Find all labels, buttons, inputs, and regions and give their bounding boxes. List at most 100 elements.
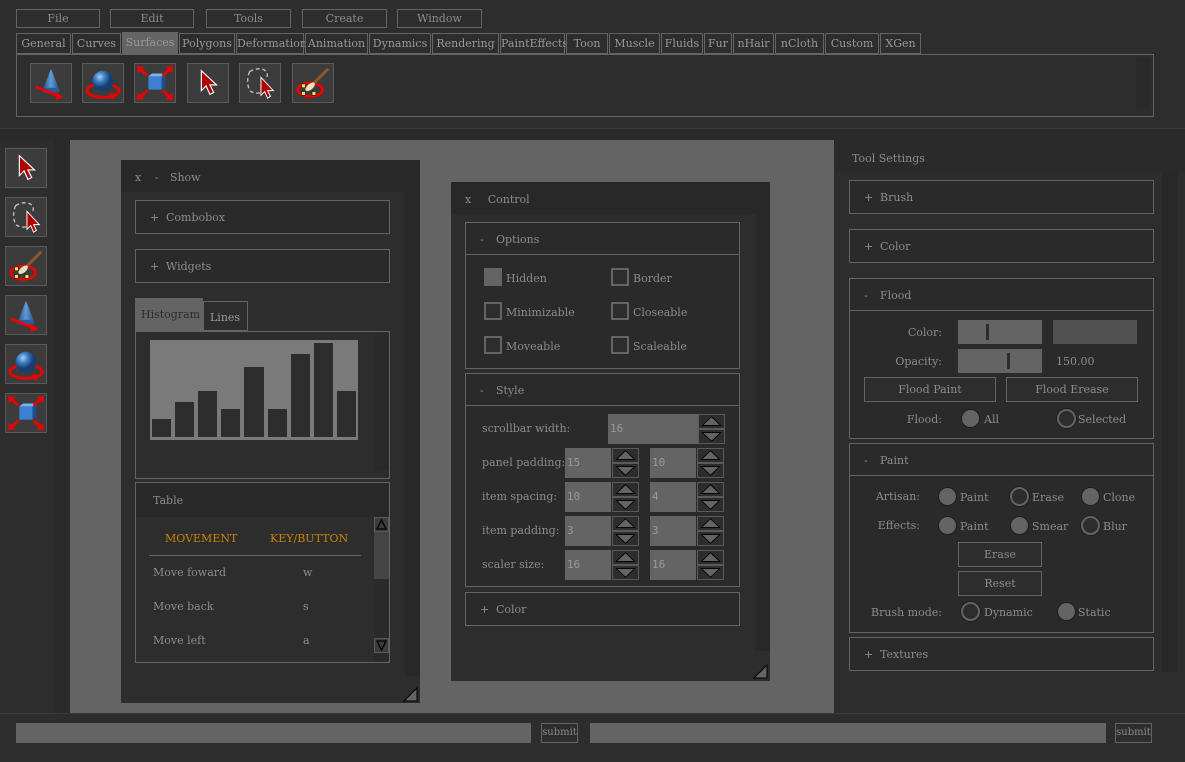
decrement-button[interactable] (612, 497, 639, 512)
brush-group[interactable]: + Brush (849, 180, 1154, 214)
scrollbar-width-stepper[interactable] (698, 414, 725, 444)
submit-button-2[interactable]: submit (1115, 723, 1152, 743)
artisan-erase-radio[interactable] (1010, 487, 1029, 506)
scaler-size-b-stepper[interactable] (697, 550, 724, 580)
submit-button-1[interactable]: submit (541, 723, 578, 743)
brush-mode-static-radio[interactable] (1057, 602, 1076, 621)
decrement-button[interactable] (698, 429, 725, 444)
artisan-paint-radio[interactable] (938, 487, 957, 506)
artisan-clone-radio[interactable] (1081, 487, 1100, 506)
show-panel-scrollbar[interactable] (405, 192, 420, 676)
decrement-button[interactable] (612, 531, 639, 546)
increment-button[interactable] (612, 516, 639, 531)
increment-button[interactable] (612, 482, 639, 497)
panel-padding-a-input[interactable]: 15 (565, 448, 611, 478)
increment-button[interactable] (697, 550, 724, 565)
left-tool-cone-move-button[interactable] (5, 295, 47, 335)
shelf-scrollbar[interactable] (1136, 58, 1150, 108)
increment-button[interactable] (698, 414, 725, 429)
control-panel-close-button[interactable]: x (465, 193, 471, 206)
scroll-up-button[interactable] (374, 517, 389, 532)
item-spacing-a-stepper[interactable] (612, 482, 639, 512)
brush-mode-dynamic-radio[interactable] (961, 602, 980, 621)
increment-button[interactable] (612, 550, 639, 565)
shelf-lasso-select-button[interactable] (239, 63, 281, 103)
style-group-header[interactable]: - Style (466, 374, 739, 406)
decrement-button[interactable] (697, 497, 724, 512)
opacity-slider[interactable] (958, 349, 1042, 373)
show-panel-close-button[interactable]: x (135, 171, 141, 184)
shelf-tab-animation[interactable]: Animation (305, 33, 368, 54)
increment-button[interactable] (697, 448, 724, 463)
left-tool-lasso-select-button[interactable] (5, 197, 47, 237)
panel-padding-b-input[interactable]: 10 (650, 448, 696, 478)
shelf-tab-rendering[interactable]: Rendering (432, 33, 499, 54)
left-tool-cube-scale-button[interactable] (5, 393, 47, 433)
decrement-button[interactable] (697, 565, 724, 580)
command-input-1[interactable] (16, 723, 531, 743)
increment-button[interactable] (612, 448, 639, 463)
flood-erase-button[interactable]: Flood Erease (1006, 377, 1138, 402)
shelf-tab-fur[interactable]: Fur (704, 33, 732, 54)
checkbox-closeable[interactable] (611, 302, 629, 320)
reset-button[interactable]: Reset (958, 571, 1042, 596)
shelf-cube-scale-button[interactable] (134, 63, 176, 103)
shelf-tab-general[interactable]: General (16, 33, 71, 54)
checkbox-hidden[interactable] (484, 268, 502, 286)
slider-cursor[interactable] (1006, 353, 1010, 369)
left-toolbox-scrollbar[interactable] (54, 140, 70, 713)
checkbox-scaleable[interactable] (611, 336, 629, 354)
show-panel-minimize-button[interactable]: - (155, 171, 159, 184)
shelf-tab-painteffects[interactable]: PaintEffects (500, 33, 568, 54)
shelf-tab-toon[interactable]: Toon (566, 33, 608, 54)
decrement-button[interactable] (612, 565, 639, 580)
shelf-tab-fluids[interactable]: Fluids (661, 33, 703, 54)
scaler-size-a-input[interactable]: 16 (565, 550, 611, 580)
shelf-cone-move-button[interactable] (30, 63, 72, 103)
scrollbar-width-input[interactable]: 16 (608, 414, 698, 444)
shelf-paint-brush-button[interactable] (292, 63, 334, 103)
increment-button[interactable] (697, 516, 724, 531)
item-spacing-a-input[interactable]: 10 (565, 482, 611, 512)
shelf-tab-ncloth[interactable]: nCloth (775, 33, 824, 54)
resize-handle-icon[interactable] (403, 687, 418, 702)
effects-blur-radio[interactable] (1081, 516, 1100, 535)
menu-edit[interactable]: Edit (110, 9, 194, 28)
flood-color-swatch[interactable] (1053, 320, 1137, 344)
left-tool-paint-brush-button[interactable] (5, 246, 47, 286)
item-spacing-b-stepper[interactable] (697, 482, 724, 512)
menu-window[interactable]: Window (397, 9, 482, 28)
combobox-group[interactable]: + Combobox (135, 200, 390, 234)
scaler-size-b-input[interactable]: 16 (650, 550, 696, 580)
item-padding-b-input[interactable]: 3 (650, 516, 696, 546)
options-group-header[interactable]: - Options (466, 223, 739, 255)
resize-handle-icon[interactable] (753, 664, 768, 679)
table-scroll-thumb[interactable] (374, 532, 389, 579)
shelf-tab-surfaces[interactable]: Surfaces (122, 32, 178, 55)
effects-paint-radio[interactable] (938, 516, 957, 535)
shelf-sphere-rotate-button[interactable] (82, 63, 124, 103)
panel-padding-a-stepper[interactable] (612, 448, 639, 478)
color-settings-group[interactable]: + Color (849, 229, 1154, 263)
item-padding-a-stepper[interactable] (612, 516, 639, 546)
shelf-tab-deformation[interactable]: Deformation (236, 33, 307, 54)
paint-group-header[interactable]: - Paint (850, 444, 1153, 476)
checkbox-moveable[interactable] (484, 336, 502, 354)
menu-file[interactable]: File (16, 9, 100, 28)
slider-cursor[interactable] (986, 324, 990, 340)
panel-padding-b-stepper[interactable] (697, 448, 724, 478)
color-group[interactable]: + Color (465, 592, 740, 626)
tab-lines[interactable]: Lines (203, 301, 248, 331)
widgets-group[interactable]: + Widgets (135, 249, 390, 283)
shelf-tab-polygons[interactable]: Polygons (179, 33, 235, 54)
decrement-button[interactable] (697, 463, 724, 478)
scroll-down-button[interactable] (374, 638, 389, 653)
tab-histogram[interactable]: Histogram (135, 298, 203, 332)
item-padding-a-input[interactable]: 3 (565, 516, 611, 546)
item-padding-b-stepper[interactable] (697, 516, 724, 546)
shelf-tab-xgen[interactable]: XGen (880, 33, 921, 54)
flood-group-header[interactable]: - Flood (850, 279, 1153, 311)
tool-settings-scrollbar[interactable] (1162, 172, 1177, 672)
checkbox-border[interactable] (611, 268, 629, 286)
shelf-tab-dynamics[interactable]: Dynamics (369, 33, 431, 54)
